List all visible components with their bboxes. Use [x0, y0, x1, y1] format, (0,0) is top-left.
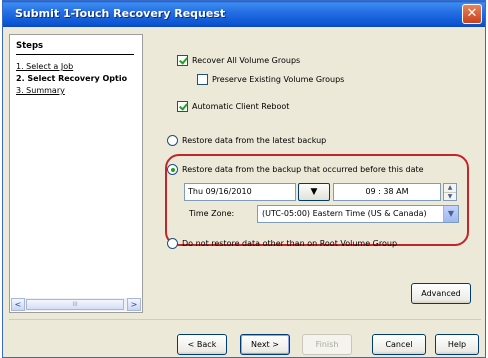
steps-heading: Steps	[16, 41, 44, 51]
preserve-existing-checkbox[interactable]	[197, 74, 208, 85]
restore-latest-label: Restore data from the latest backup	[182, 136, 327, 145]
spinner-up-icon[interactable]: ▲	[444, 184, 456, 192]
auto-reboot-checkbox[interactable]	[177, 101, 188, 112]
recovery-options-panel: Recover All Volume Groups Preserve Exist…	[151, 34, 481, 313]
dialog-window: Submit 1-Touch Recovery Request ✕ Steps …	[2, 0, 486, 358]
close-button[interactable]: ✕	[462, 4, 482, 24]
back-button[interactable]: < Back	[177, 334, 227, 355]
steps-divider	[16, 54, 134, 55]
scroll-thumb[interactable]: III	[26, 299, 124, 310]
advanced-button[interactable]: Advanced	[411, 283, 471, 304]
no-restore-option[interactable]: Do not restore data other than on Root V…	[167, 238, 397, 249]
step-select-recovery-options: 2. Select Recovery Optio	[16, 74, 128, 83]
date-dropdown-button[interactable]: ▼	[298, 183, 330, 201]
steps-panel: Steps 1. Select a Job 2. Select Recovery…	[9, 34, 143, 313]
window-title: Submit 1-Touch Recovery Request	[15, 7, 226, 20]
restore-latest-option[interactable]: Restore data from the latest backup	[167, 135, 326, 146]
recover-all-label: Recover All Volume Groups	[192, 56, 301, 65]
date-field[interactable]: Thu 09/16/2010	[184, 183, 296, 201]
finish-button: Finish	[302, 334, 352, 355]
recover-all-checkbox[interactable]	[177, 55, 188, 66]
title-bar[interactable]: Submit 1-Touch Recovery Request ✕	[3, 1, 485, 27]
restore-latest-radio[interactable]	[167, 135, 178, 146]
step-select-job[interactable]: 1. Select a Job	[16, 62, 73, 71]
chevron-down-icon: ▼	[310, 187, 318, 197]
recover-all-volume-groups-option[interactable]: Recover All Volume Groups	[177, 55, 300, 66]
step-summary[interactable]: 3. Summary	[16, 86, 65, 95]
restore-before-date-radio[interactable]	[167, 164, 178, 175]
scroll-left-button[interactable]: <	[11, 298, 25, 311]
no-restore-label: Do not restore data other than on Root V…	[182, 239, 398, 248]
next-button[interactable]: Next >	[240, 334, 290, 355]
auto-reboot-label: Automatic Client Reboot	[192, 102, 290, 111]
scroll-grip: III	[72, 301, 78, 308]
preserve-existing-volume-groups-option[interactable]: Preserve Existing Volume Groups	[197, 74, 344, 85]
footer-divider	[9, 319, 481, 320]
time-zone-label: Time Zone:	[189, 209, 235, 218]
time-field[interactable]: 09 : 38 AM	[333, 183, 441, 201]
restore-before-date-option[interactable]: Restore data from the backup that occurr…	[167, 164, 424, 175]
chevron-down-icon[interactable]: ▼	[443, 206, 458, 222]
cancel-button[interactable]: Cancel	[372, 334, 426, 355]
preserve-existing-label: Preserve Existing Volume Groups	[212, 75, 345, 84]
automatic-client-reboot-option[interactable]: Automatic Client Reboot	[177, 101, 289, 112]
no-restore-radio[interactable]	[167, 238, 178, 249]
restore-before-date-label: Restore data from the backup that occurr…	[182, 165, 424, 174]
help-button[interactable]: Help	[435, 334, 479, 355]
spinner-down-icon[interactable]: ▼	[444, 192, 456, 200]
scroll-right-button[interactable]: >	[127, 298, 141, 311]
time-zone-value: (UTC-05:00) Eastern Time (US & Canada)	[262, 209, 427, 218]
sidebar-horizontal-scrollbar[interactable]: < III >	[11, 298, 141, 311]
time-spinner[interactable]: ▲ ▼	[443, 183, 457, 201]
time-zone-select[interactable]: (UTC-05:00) Eastern Time (US & Canada) ▼	[257, 205, 459, 223]
